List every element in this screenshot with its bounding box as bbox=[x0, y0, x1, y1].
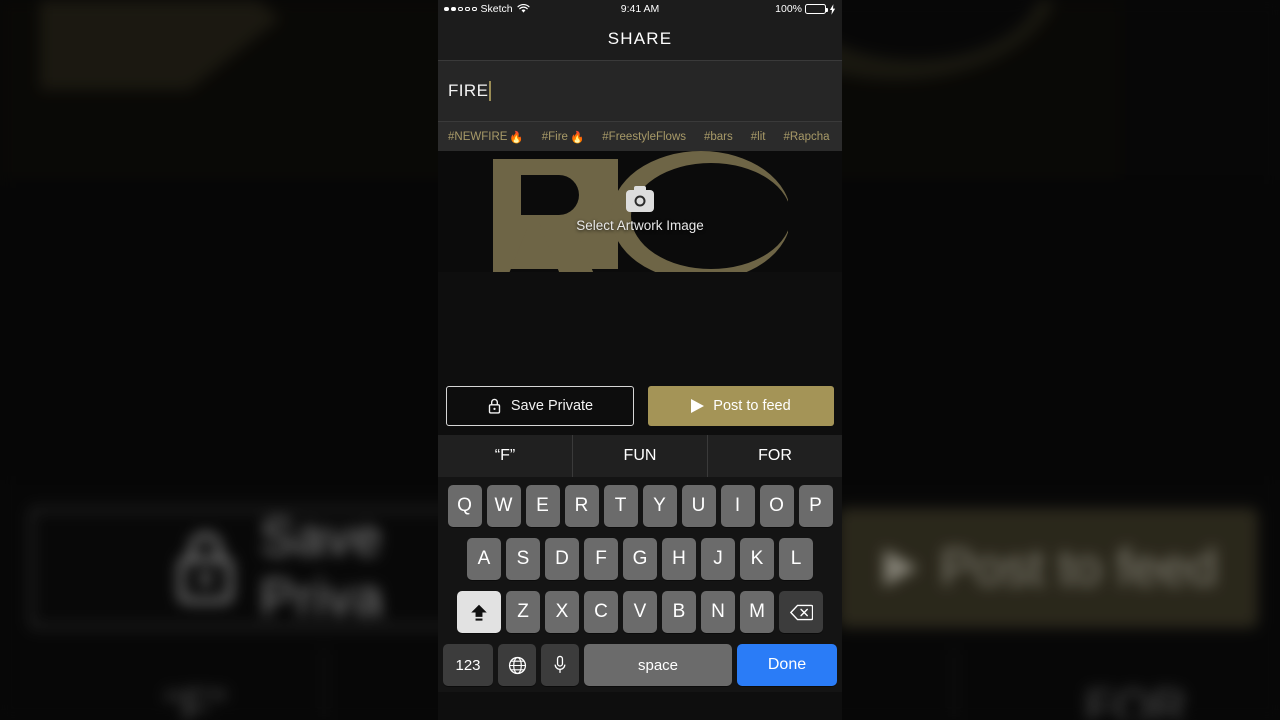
lock-icon bbox=[178, 532, 233, 604]
key-v[interactable]: V bbox=[623, 591, 657, 633]
hashtag-chip[interactable]: #bars bbox=[704, 131, 733, 143]
hashtag-chip[interactable]: #FreestyleFlows bbox=[602, 131, 686, 143]
battery-percent-label: 100% bbox=[775, 3, 802, 15]
keyboard-row-4: 123 space Done bbox=[441, 644, 839, 686]
key-d[interactable]: D bbox=[545, 538, 579, 580]
key-f[interactable]: F bbox=[584, 538, 618, 580]
background-suggestion-3: FOR bbox=[1085, 681, 1187, 720]
background-divider bbox=[323, 650, 325, 720]
page-title: SHARE bbox=[438, 18, 842, 60]
hashtag-label: #bars bbox=[704, 130, 733, 143]
action-bar: Save Private Post to feed bbox=[438, 377, 842, 435]
key-c[interactable]: C bbox=[584, 591, 618, 633]
artwork-picker[interactable]: Select Artwork Image bbox=[438, 151, 842, 272]
fire-emoji-icon: 🔥 bbox=[569, 131, 585, 144]
key-n[interactable]: N bbox=[701, 591, 735, 633]
keyboard-row-2: A S D F G H J K L bbox=[441, 538, 839, 580]
send-icon bbox=[691, 399, 705, 413]
charging-bolt-icon bbox=[829, 3, 836, 15]
keyboard-row-1: Q W E R T Y U I O P bbox=[441, 485, 839, 527]
suggestion-0[interactable]: “F” bbox=[438, 435, 572, 477]
artwork-label: Select Artwork Image bbox=[576, 218, 704, 233]
hashtag-label: #NEWFIRE bbox=[448, 130, 508, 143]
hashtag-label: #Rapcha bbox=[783, 130, 830, 143]
backspace-icon[interactable] bbox=[779, 591, 823, 633]
shift-glyph-icon bbox=[471, 604, 487, 621]
camera-icon bbox=[626, 186, 654, 212]
title-input[interactable]: FIRE bbox=[438, 60, 842, 122]
fire-emoji-icon: 🔥 bbox=[509, 131, 524, 144]
key-w[interactable]: W bbox=[486, 485, 521, 527]
title-input-value: FIRE bbox=[448, 81, 489, 100]
send-icon bbox=[884, 549, 918, 587]
background-post-feed-button: Post to feed bbox=[838, 508, 1258, 628]
hashtag-label: #Fire bbox=[541, 130, 568, 143]
hashtag-label: #lit bbox=[750, 130, 766, 143]
key-s[interactable]: S bbox=[506, 538, 540, 580]
key-i[interactable]: I bbox=[720, 485, 755, 527]
keyboard: “F” FUN FOR Q W E R T Y U I O P A S D F … bbox=[438, 435, 842, 692]
globe-glyph-icon bbox=[508, 656, 526, 674]
shift-icon[interactable] bbox=[457, 591, 501, 633]
key-e[interactable]: E bbox=[525, 485, 560, 527]
hashtag-chip[interactable]: #lit bbox=[751, 131, 766, 143]
key-a[interactable]: A bbox=[467, 538, 501, 580]
microphone-icon[interactable] bbox=[541, 644, 579, 686]
status-bar-right: 100% bbox=[775, 3, 836, 15]
space-key[interactable]: space bbox=[584, 644, 732, 686]
suggestion-2[interactable]: FOR bbox=[707, 435, 842, 477]
keyboard-row-3: Z X C V B N M bbox=[441, 591, 839, 633]
key-p[interactable]: P bbox=[798, 485, 833, 527]
background-divider bbox=[953, 650, 955, 720]
battery-icon bbox=[805, 4, 828, 14]
keyboard-rows: Q W E R T Y U I O P A S D F G H J K L Z … bbox=[438, 477, 842, 692]
backspace-glyph-icon bbox=[789, 604, 813, 620]
text-caret bbox=[489, 81, 492, 101]
key-t[interactable]: T bbox=[603, 485, 638, 527]
status-bar: Sketch 9:41 AM 100% bbox=[438, 0, 842, 18]
hashtag-label: #FreestyleFlows bbox=[602, 130, 686, 143]
phone-screen: Sketch 9:41 AM 100% SHARE FIRE #NEWFIRE … bbox=[438, 0, 842, 720]
content-spacer bbox=[438, 272, 842, 377]
globe-icon[interactable] bbox=[498, 644, 536, 686]
screenshot-stage: Save Priva Post to feed “F” FUN FOR Sket… bbox=[0, 0, 1280, 720]
save-private-button[interactable]: Save Private bbox=[446, 386, 634, 426]
key-k[interactable]: K bbox=[740, 538, 774, 580]
key-h[interactable]: H bbox=[662, 538, 696, 580]
key-o[interactable]: O bbox=[759, 485, 794, 527]
key-u[interactable]: U bbox=[681, 485, 716, 527]
hashtag-suggestions-bar[interactable]: #NEWFIRE 🔥 #Fire 🔥 #FreestyleFlows #bars #… bbox=[438, 122, 842, 151]
key-j[interactable]: J bbox=[701, 538, 735, 580]
lock-icon bbox=[488, 398, 501, 414]
background-post-feed-label: Post to feed bbox=[940, 539, 1218, 597]
suggestion-bar: “F” FUN FOR bbox=[438, 435, 842, 477]
hashtag-chip[interactable]: #Rapcha bbox=[783, 131, 829, 143]
background-suggestion-1: “F” bbox=[165, 681, 227, 720]
key-q[interactable]: Q bbox=[447, 485, 482, 527]
key-x[interactable]: X bbox=[545, 591, 579, 633]
key-m[interactable]: M bbox=[740, 591, 774, 633]
background-logo-r bbox=[40, 0, 280, 90]
artwork-overlay: Select Artwork Image bbox=[438, 151, 842, 272]
numbers-key[interactable]: 123 bbox=[443, 644, 493, 686]
key-z[interactable]: Z bbox=[506, 591, 540, 633]
hashtag-chip[interactable]: #NEWFIRE 🔥 bbox=[448, 130, 524, 144]
key-g[interactable]: G bbox=[623, 538, 657, 580]
microphone-glyph-icon bbox=[554, 655, 566, 673]
done-key[interactable]: Done bbox=[737, 644, 837, 686]
save-private-label: Save Private bbox=[510, 398, 594, 414]
key-r[interactable]: R bbox=[564, 485, 599, 527]
suggestion-1[interactable]: FUN bbox=[572, 435, 707, 477]
post-to-feed-label: Post to feed bbox=[713, 398, 791, 414]
key-y[interactable]: Y bbox=[642, 485, 677, 527]
background-save-private-button: Save Priva bbox=[30, 508, 500, 628]
key-l[interactable]: L bbox=[779, 538, 813, 580]
key-b[interactable]: B bbox=[662, 591, 696, 633]
post-to-feed-button[interactable]: Post to feed bbox=[648, 386, 834, 426]
hashtag-chip[interactable]: #Fire 🔥 bbox=[542, 130, 585, 144]
